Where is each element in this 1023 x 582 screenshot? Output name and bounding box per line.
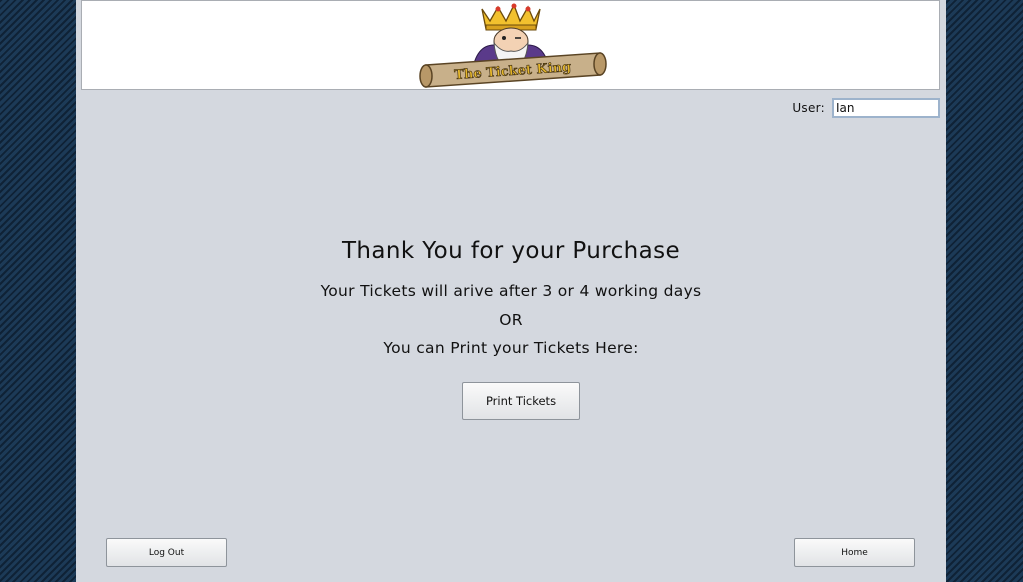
print-prompt: You can Print your Tickets Here: [383,339,639,357]
home-button[interactable]: Home [794,538,915,567]
ticket-king-logo: The Ticket King [419,3,607,88]
user-label: User: [792,101,825,115]
print-tickets-button[interactable]: Print Tickets [462,382,580,420]
log-out-button[interactable]: Log Out [106,538,227,567]
confirmation-title: Thank You for your Purchase [341,238,681,264]
or-separator: OR [499,311,523,329]
delivery-message: Your Tickets will arive after 3 or 4 wor… [320,282,702,300]
user-row: User: [792,98,940,118]
user-name-field[interactable] [832,98,940,118]
header-banner: The Ticket King [81,0,940,90]
app-window: The Ticket King User: Thank You for your… [76,0,946,582]
